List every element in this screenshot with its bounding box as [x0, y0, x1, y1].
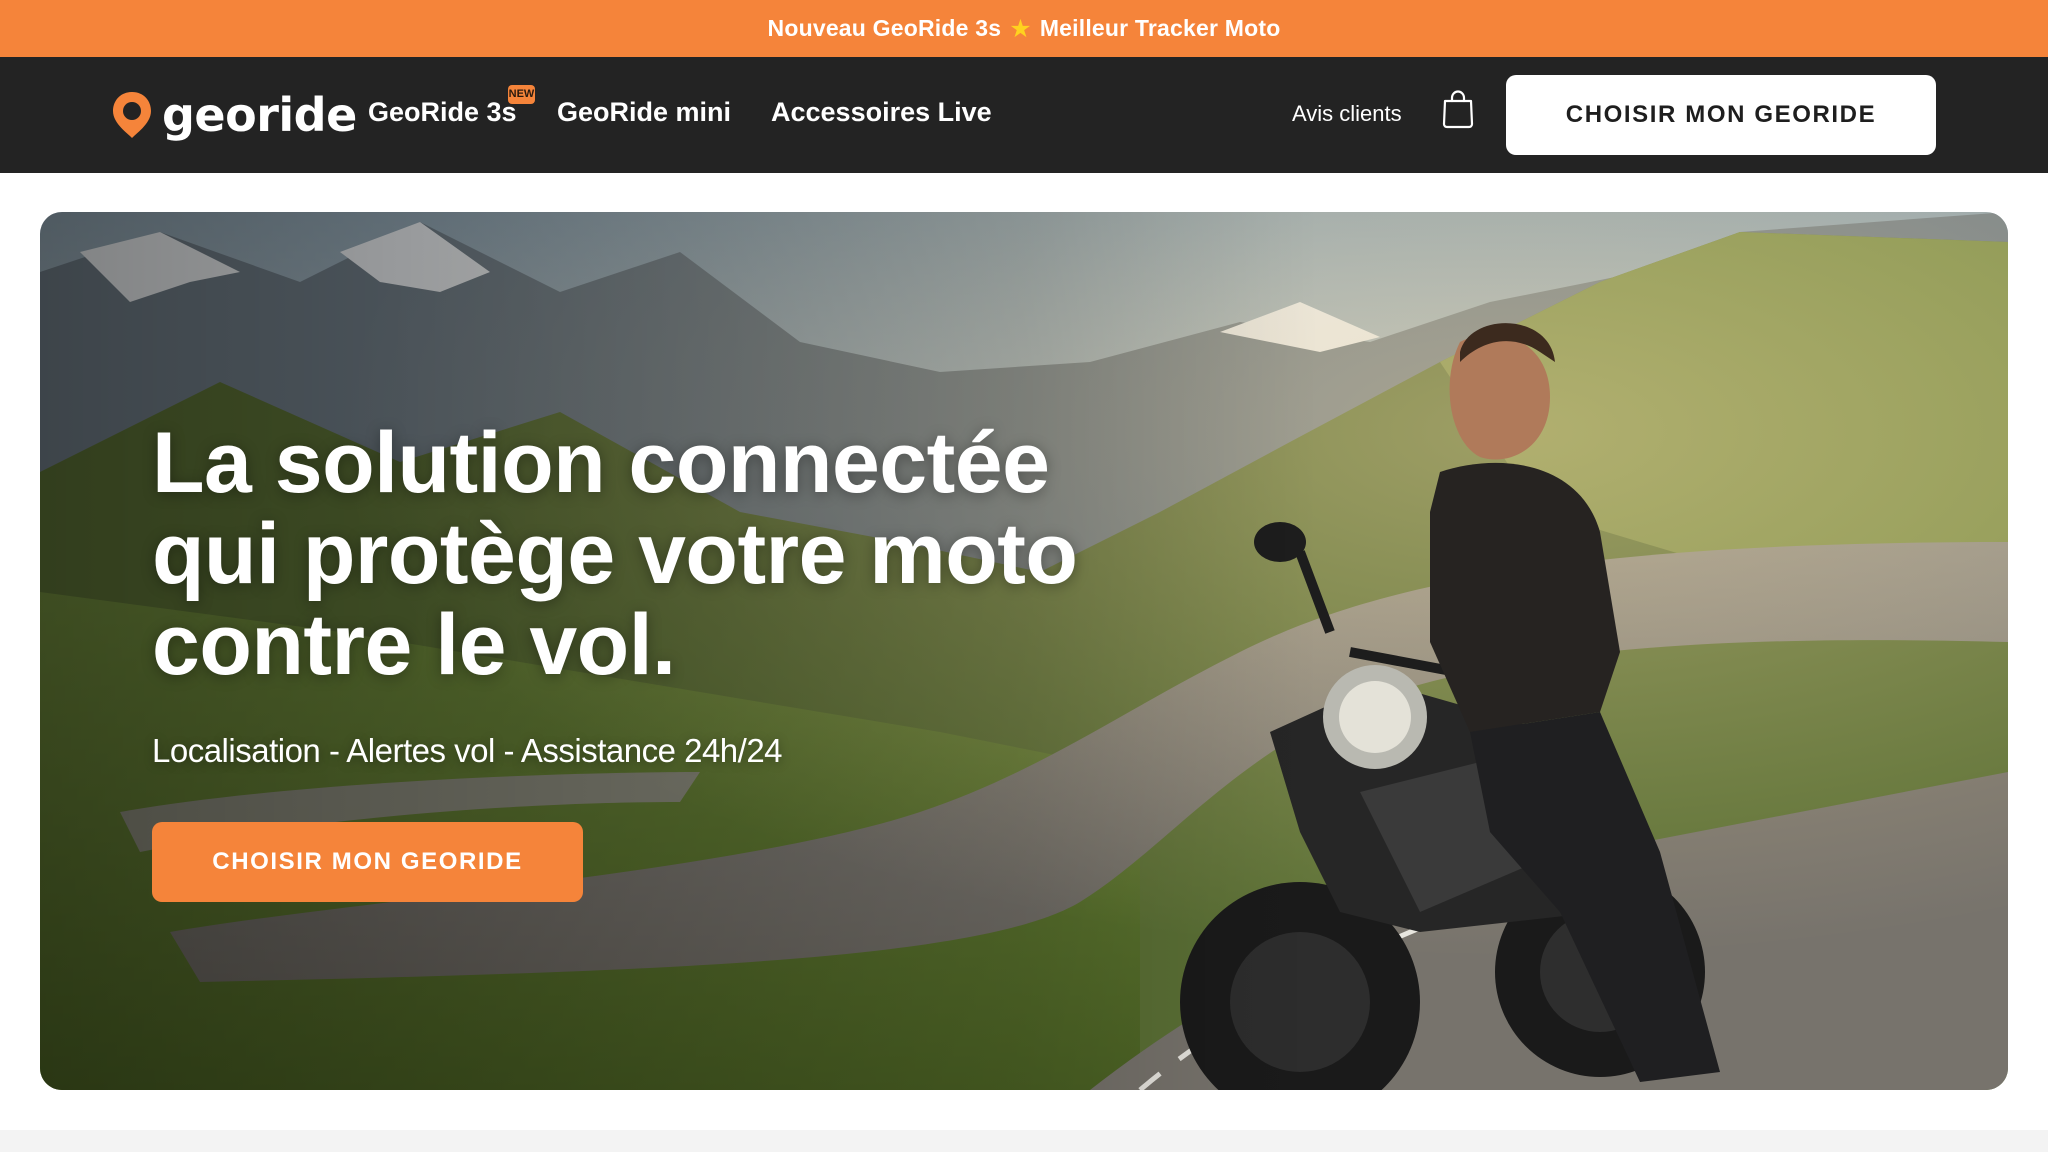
- next-section-edge: [0, 1130, 2048, 1152]
- logo-wordmark: georide: [162, 88, 357, 142]
- reviews-link[interactable]: Avis clients: [1292, 101, 1402, 127]
- hero-title: La solution connectée qui protège votre …: [152, 418, 1152, 691]
- location-pin-icon: [113, 92, 151, 138]
- hero-title-line-1: La solution connectée: [152, 415, 1050, 511]
- star-icon: ★: [1009, 14, 1032, 43]
- hero-subtitle: Localisation - Alertes vol - Assistance …: [152, 732, 783, 769]
- announcement-text-before: Nouveau GeoRide 3s: [767, 15, 1002, 41]
- announcement-text-after: Meilleur Tracker Moto: [1039, 15, 1281, 41]
- choose-georide-header-button[interactable]: CHOISIR MON GEORIDE: [1506, 75, 1936, 155]
- nav-item-georide-mini[interactable]: GeoRide mini: [557, 97, 731, 128]
- new-badge: NEW: [508, 85, 535, 104]
- nav-item-georide-3s[interactable]: GeoRide 3s: [368, 97, 517, 128]
- hero-title-line-3: contre le vol.: [152, 597, 676, 693]
- hero-banner: La solution connectée qui protège votre …: [40, 212, 2008, 1090]
- main-navigation: georide GeoRide 3s NEW GeoRide mini Acce…: [0, 57, 2048, 173]
- choose-georide-hero-button[interactable]: CHOISIR MON GEORIDE: [152, 822, 583, 902]
- hero-title-line-2: qui protège votre moto: [152, 506, 1078, 602]
- shopping-bag-icon[interactable]: [1441, 89, 1475, 129]
- announcement-bar: Nouveau GeoRide 3s ★ Meilleur Tracker Mo…: [0, 0, 2048, 57]
- logo[interactable]: georide: [110, 85, 357, 145]
- nav-item-accessoires-live[interactable]: Accessoires Live: [771, 97, 992, 128]
